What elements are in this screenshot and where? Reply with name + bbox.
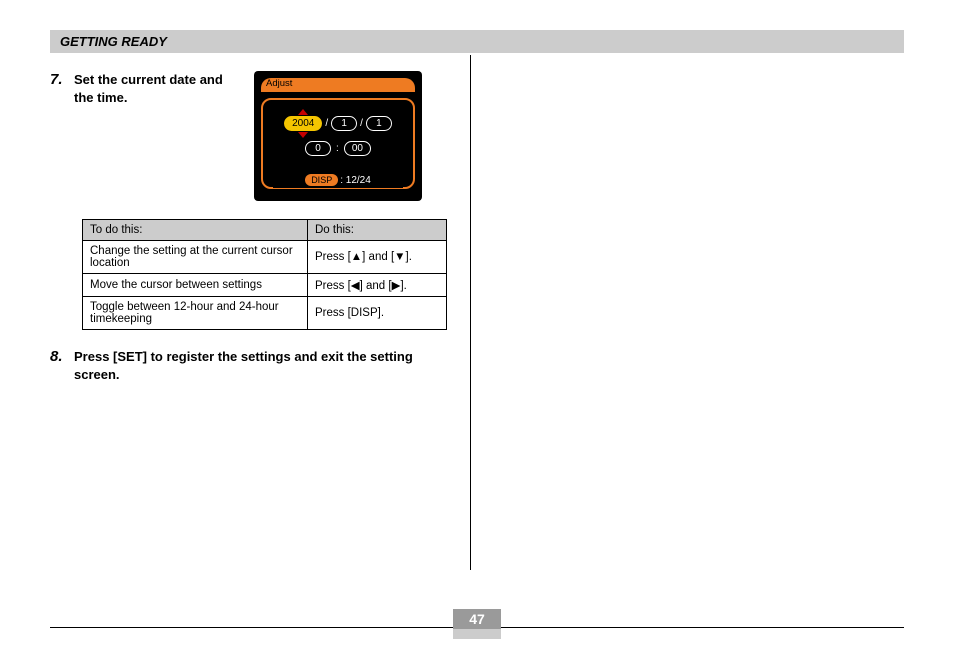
lcd-time-row: 0 : 00 [261, 141, 415, 156]
table-cell: Press [▲] and [▼]. [308, 241, 447, 274]
page-number: 47 [453, 609, 501, 629]
page-number-shadow [453, 629, 501, 639]
step-number: 8. [50, 348, 68, 365]
section-header: GETTING READY [50, 30, 904, 53]
step-text: Press [SET] to register the settings and… [74, 348, 455, 383]
table-row: Toggle between 12-hour and 24-hour timek… [83, 297, 447, 330]
lcd-date-row: 2004 / 1 / 1 [261, 116, 415, 131]
camera-lcd-illustration: Adjust DISP: 12/24 2004 / 1 / 1 0 [254, 71, 422, 201]
step-7: 7. Set the current date and the time. [50, 71, 234, 106]
lcd-title: Adjust [266, 78, 292, 89]
table-cell: Press [DISP]. [308, 297, 447, 330]
table-cell: Change the setting at the current cursor… [83, 241, 308, 274]
table-cell: Press [◀] and [▶]. [308, 274, 447, 297]
colon-icon: : [334, 143, 341, 154]
lcd-day-pill: 1 [366, 116, 392, 131]
lcd-month-pill: 1 [331, 116, 357, 131]
table-row: Move the cursor between settings Press [… [83, 274, 447, 297]
instruction-table: To do this: Do this: Change the setting … [82, 219, 447, 330]
page-number-box: 47 [453, 609, 501, 639]
step-text: Set the current date and the time. [74, 71, 234, 106]
lcd-disp-bar: DISP: 12/24 [273, 174, 403, 188]
slash-icon: / [325, 118, 328, 129]
table-header-right: Do this: [308, 220, 447, 241]
step-number: 7. [50, 71, 68, 88]
step-8: 8. Press [SET] to register the settings … [50, 348, 455, 383]
table-row: Change the setting at the current cursor… [83, 241, 447, 274]
page-footer: 47 [50, 627, 904, 628]
table-header-left: To do this: [83, 220, 308, 241]
slash-icon: / [360, 118, 363, 129]
table-cell: Move the cursor between settings [83, 274, 308, 297]
table-cell: Toggle between 12-hour and 24-hour timek… [83, 297, 308, 330]
lcd-hour-pill: 0 [305, 141, 331, 156]
lcd-minute-pill: 00 [344, 141, 371, 156]
disp-label-pill: DISP [305, 174, 338, 186]
lcd-year-pill: 2004 [284, 116, 322, 131]
disp-value: : 12/24 [340, 175, 371, 186]
